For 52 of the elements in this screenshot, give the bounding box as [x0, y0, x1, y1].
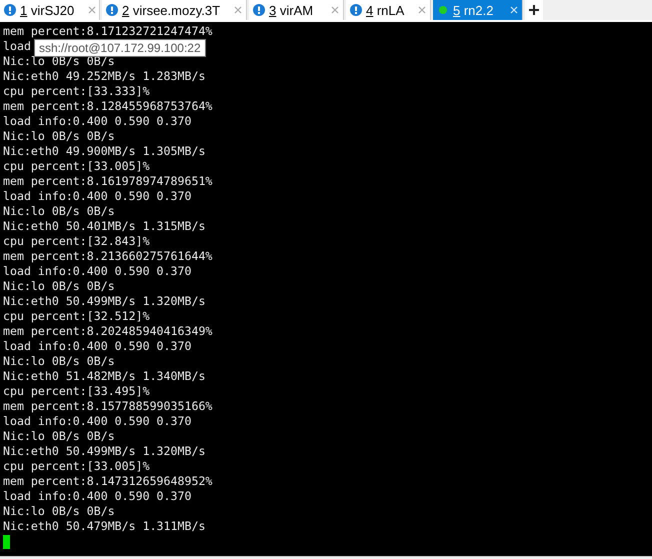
terminal-line: load info:0.400 0.590 0.370: [3, 189, 192, 203]
terminal-line: Nic:eth0 49.900MB/s 1.305MB/s: [3, 144, 206, 158]
terminal-line: mem percent:8.161978974789651%: [3, 174, 212, 188]
terminal-line: Nic:lo 0B/s 0B/s: [3, 54, 115, 68]
plus-icon: [529, 5, 539, 15]
new-tab-button[interactable]: [525, 0, 543, 20]
terminal-line: mem percent:8.171232721247474%: [3, 24, 212, 38]
terminal-line: mem percent:8.147312659648952%: [3, 474, 212, 488]
terminal-line: cpu percent:[32.512]%: [3, 309, 150, 323]
status-dot-icon: [437, 4, 449, 16]
terminal-line: mem percent:8.202485940416349%: [3, 324, 212, 338]
alert-icon: [106, 4, 118, 16]
terminal-line: cpu percent:[33.333]%: [3, 84, 150, 98]
alert-icon: [4, 4, 16, 16]
terminal-line: load info:0.400 0.590 0.370: [3, 489, 192, 503]
terminal-line: mem percent:8.213660275761644%: [3, 249, 212, 263]
session-tab[interactable]: 4 rnLA: [346, 0, 431, 20]
terminal-line: cpu percent:[33.495]%: [3, 384, 150, 398]
terminal-line: cpu percent:[32.843]%: [3, 234, 150, 248]
terminal-line: Nic:lo 0B/s 0B/s: [3, 129, 115, 143]
tooltip: ssh://root@107.172.99.100:22: [34, 39, 206, 57]
terminal-line: load info:0.400 0.590 0.370: [3, 339, 192, 353]
terminal-line: Nic:lo 0B/s 0B/s: [3, 279, 115, 293]
alert-icon: [253, 4, 265, 16]
terminal-line: mem percent:8.157788599035166%: [3, 399, 212, 413]
terminal-line: Nic:lo 0B/s 0B/s: [3, 429, 115, 443]
session-tab[interactable]: 5 rn2.2: [433, 0, 523, 20]
terminal-line: cpu percent:[33.005]%: [3, 459, 150, 473]
terminal-line: Nic:eth0 49.252MB/s 1.283MB/s: [3, 69, 206, 83]
terminal-line: Nic:eth0 50.479MB/s 1.311MB/s: [3, 519, 206, 533]
close-icon[interactable]: [234, 6, 242, 14]
terminal-line: Nic:lo 0B/s 0B/s: [3, 354, 115, 368]
session-tab[interactable]: 1 virSJ20: [0, 0, 100, 20]
terminal-line: load info:0.400 0.590 0.370: [3, 414, 192, 428]
terminal-line: Nic:eth0 50.499MB/s 1.320MB/s: [3, 294, 206, 308]
close-icon[interactable]: [331, 6, 339, 14]
terminal-line: Nic:eth0 51.482MB/s 1.340MB/s: [3, 369, 206, 383]
terminal-line: load info:0.400 0.590 0.370: [3, 264, 192, 278]
terminal-line: cpu percent:[33.005]%: [3, 159, 150, 173]
terminal-line: Nic:eth0 50.401MB/s 1.315MB/s: [3, 219, 206, 233]
session-tab[interactable]: 2 virsee.mozy.3T: [102, 0, 247, 20]
terminal-line: mem percent:8.128455968753764%: [3, 99, 212, 113]
terminal-line: Nic:lo 0B/s 0B/s: [3, 204, 115, 218]
close-icon[interactable]: [88, 6, 96, 14]
terminal-line: load info:0.400 0.590 0.370: [3, 114, 192, 128]
terminal-line: Nic:lo 0B/s 0B/s: [3, 504, 115, 518]
terminal-line: load: [3, 39, 31, 53]
text-cursor: [3, 535, 10, 549]
alert-icon: [350, 4, 362, 16]
terminal-line: Nic:eth0 50.499MB/s 1.320MB/s: [3, 444, 206, 458]
close-icon[interactable]: [418, 6, 426, 14]
session-tab[interactable]: 3 virAM: [249, 0, 344, 20]
